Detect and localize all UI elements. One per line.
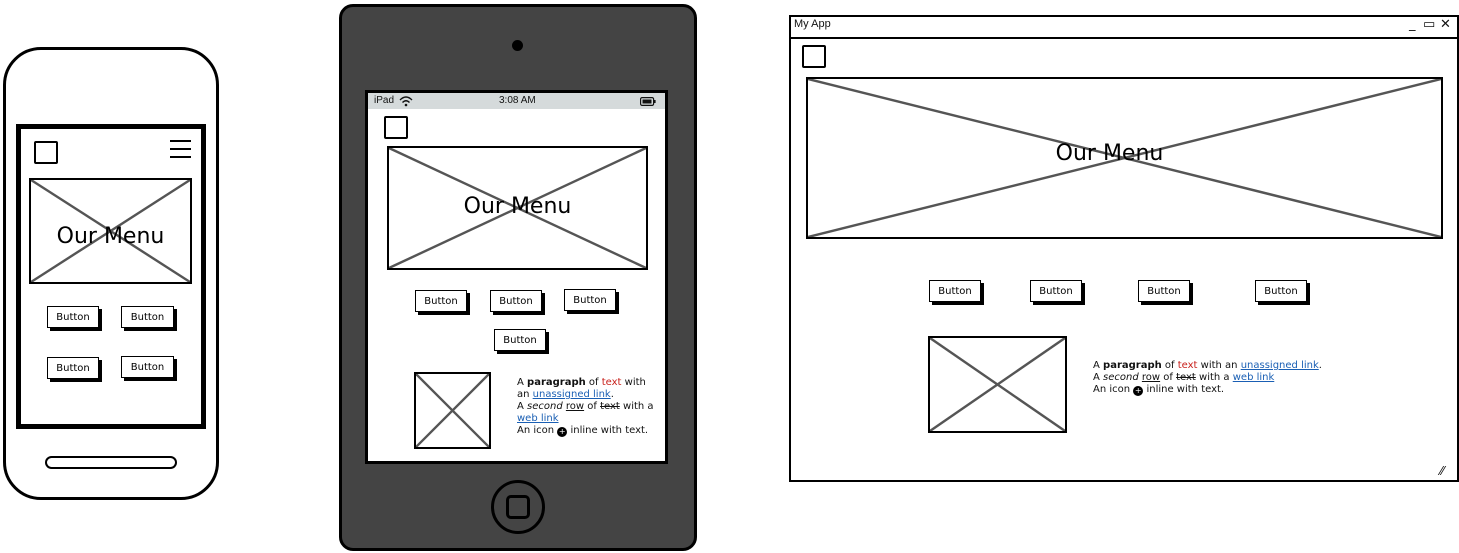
phone-button-3[interactable]: Button (47, 357, 99, 379)
desktop-content-image (928, 336, 1067, 433)
phone-home-button[interactable] (45, 456, 177, 469)
tablet-button-4[interactable]: Button (494, 329, 546, 351)
tablet-hero-image: Our Menu (387, 146, 648, 270)
phone-button-4[interactable]: Button (121, 356, 174, 378)
phone-logo-box (34, 141, 58, 164)
unassigned-link[interactable]: unassigned link (533, 389, 611, 400)
desktop-button-1[interactable]: Button (929, 280, 981, 302)
tablet-button-3[interactable]: Button (564, 289, 616, 311)
tablet-button-2[interactable]: Button (490, 290, 542, 312)
web-link[interactable]: web link (1233, 372, 1275, 383)
status-time: 3:08 AM (499, 95, 536, 106)
red-text: text (1177, 360, 1198, 371)
tablet-logo-box (384, 116, 408, 139)
tablet-status-bar: iPad 3:08 AM (368, 93, 665, 109)
tablet-content-image (414, 372, 491, 449)
plus-circle-icon: + (1133, 386, 1144, 396)
tablet-home-square-icon (506, 495, 530, 519)
battery-icon (640, 97, 656, 106)
phone-hero-image: Our Menu (29, 178, 192, 284)
bold-text: paragraph (527, 377, 586, 388)
minimize-icon[interactable]: _ (1409, 17, 1416, 33)
red-text: text (601, 377, 622, 388)
phone-button-2[interactable]: Button (121, 306, 174, 328)
hamburger-menu-icon[interactable] (170, 140, 191, 164)
wifi-icon (399, 96, 413, 107)
status-carrier: iPad (374, 95, 395, 106)
tablet-hero-title: Our Menu (463, 194, 572, 219)
bold-text: paragraph (1103, 360, 1162, 371)
window-title: My App (794, 18, 831, 30)
desktop-logo-box (802, 45, 826, 68)
desktop-hero-image: Our Menu (806, 77, 1443, 239)
tablet-camera-icon (512, 40, 523, 51)
desktop-button-3[interactable]: Button (1138, 280, 1190, 302)
desktop-button-4[interactable]: Button (1255, 280, 1307, 302)
window-titlebar: My App _ ▭ ✕ (789, 15, 1459, 39)
desktop-button-2[interactable]: Button (1030, 280, 1082, 302)
plus-circle-icon: + (557, 427, 568, 437)
maximize-icon[interactable]: ▭ (1423, 17, 1435, 33)
desktop-paragraph: A paragraph of text with an unassigned l… (1093, 360, 1322, 396)
close-icon[interactable]: ✕ (1440, 17, 1451, 33)
desktop-hero-title: Our Menu (1055, 141, 1164, 166)
tablet-paragraph: A paragraph of text with an unassigned l… (517, 377, 654, 437)
resize-grip-icon[interactable]: ⁄⁄ (1440, 465, 1444, 477)
phone-hero-title: Our Menu (56, 224, 165, 249)
web-link[interactable]: web link (517, 413, 559, 424)
tablet-button-1[interactable]: Button (415, 290, 467, 312)
unassigned-link[interactable]: unassigned link (1241, 360, 1319, 371)
phone-button-1[interactable]: Button (47, 306, 99, 328)
